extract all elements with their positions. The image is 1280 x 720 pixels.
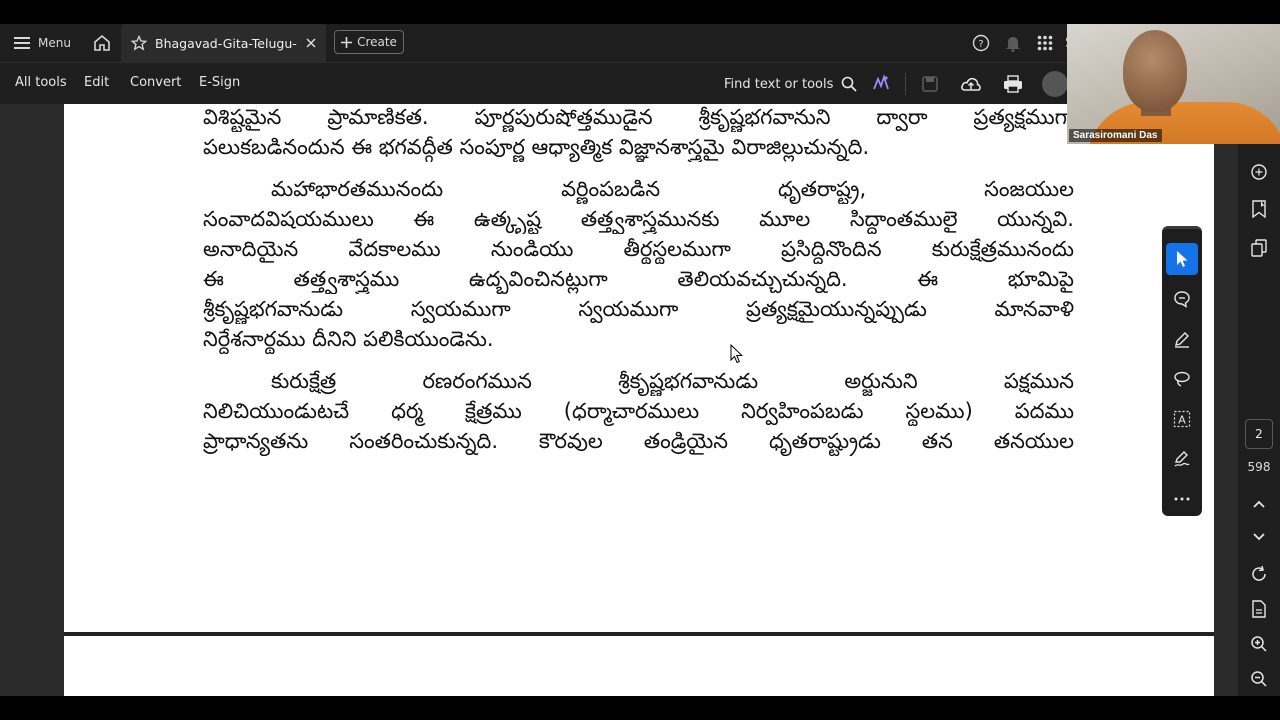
webcam-overlay: Sarasiromani Das [1067, 24, 1280, 144]
text-line: విశిష్టమైన ప్రామాణికత. పూర్ణపురుషోత్తముడ… [203, 105, 1074, 129]
cloud-upload-icon [961, 77, 981, 91]
document-viewer[interactable]: విశిష్టమైన ప్రామాణికత. పూర్ణపురుషోత్తముడ… [0, 104, 1238, 696]
mouse-cursor-icon [730, 344, 743, 364]
zoom-out-button[interactable] [1246, 666, 1272, 692]
ai-chat-button[interactable] [1246, 159, 1272, 185]
text-line: కురుక్షేత్ర రణరంగమున శ్రీకృష్ణభగవానుడు అ… [271, 369, 1074, 393]
previous-page-button[interactable] [1246, 491, 1272, 517]
screen-bottom-border [0, 696, 1280, 720]
pages-button[interactable] [1246, 235, 1272, 261]
document-tab[interactable]: Bhagavad-Gita-Telugu-... [121, 24, 326, 62]
svg-text:A: A [1178, 414, 1186, 427]
signature-icon [1174, 451, 1190, 467]
save-icon [922, 76, 938, 92]
help-icon: ? [972, 34, 990, 52]
text-line: అనాదియైన వేదకాలము నుండియు తీర్థస్థలముగా … [203, 237, 1074, 261]
text-line: నిలిచియుండుటచే ధర్మ క్షేత్రము (ధర్మాచారమ… [203, 399, 1074, 423]
zoom-out-icon [1251, 671, 1267, 687]
cursor-arrow-icon [1177, 251, 1188, 267]
home-button[interactable] [87, 24, 117, 62]
chevron-up-icon [1253, 500, 1265, 508]
quick-tools-panel: A [1162, 226, 1202, 516]
ai-assistant-icon [873, 74, 889, 90]
apps-grid-icon [1037, 35, 1053, 51]
share-button[interactable] [1042, 71, 1068, 97]
pen-icon [1175, 332, 1189, 348]
bookmarks-button[interactable] [1246, 196, 1272, 222]
print-button[interactable] [1000, 71, 1026, 97]
document-icon [1252, 600, 1266, 618]
close-tab-icon[interactable] [306, 38, 316, 48]
text-tool[interactable]: A [1166, 403, 1198, 435]
text-line: నిర్దేశనార్థము దీనిని పలికియుండెను. [203, 327, 494, 351]
lasso-icon [1174, 371, 1190, 387]
participant-head [1123, 30, 1187, 112]
svg-text:?: ? [978, 39, 983, 50]
zoom-in-icon [1251, 636, 1267, 652]
refresh-icon [1252, 565, 1266, 581]
text-line: పలుకబడినందున ఈ భగవద్గీత సంపూర్ణ ఆధ్యాత్మ… [203, 135, 870, 159]
total-pages: 598 [1247, 460, 1271, 474]
current-page-input[interactable]: 2 [1245, 419, 1273, 449]
help-button[interactable]: ? [965, 24, 997, 62]
paragraph-1: విశిష్టమైన ప్రామాణికత. పూర్ణపురుషోత్తముడ… [203, 104, 1074, 162]
text-line: శ్రీకృష్ణభగవానుడు స్వయముగా స్వయముగా ప్రత… [203, 297, 1074, 321]
more-tools-button[interactable] [1166, 483, 1198, 515]
zoom-in-button[interactable] [1246, 631, 1272, 657]
refresh-button[interactable] [1246, 561, 1272, 587]
esign-menu[interactable]: E-Sign [199, 75, 240, 90]
ai-chat-icon [1251, 164, 1267, 180]
highlight-tool[interactable] [1166, 323, 1198, 355]
search-icon [842, 76, 858, 92]
tab-title: Bhagavad-Gita-Telugu-... [155, 35, 298, 51]
find-label: Find text or tools [724, 76, 834, 92]
more-horizontal-icon [1174, 497, 1190, 501]
convert-menu[interactable]: Convert [130, 75, 181, 90]
draw-tool[interactable] [1166, 363, 1198, 395]
select-tool[interactable] [1166, 243, 1198, 275]
paragraph-2: మహాభారతమునందు వర్ణింపబడిన ధృతరాష్ట్ర, సం… [203, 174, 1074, 354]
tabbar-right-actions: ? S [965, 24, 1074, 62]
bell-icon [1006, 37, 1021, 52]
save-button[interactable] [917, 71, 943, 97]
page-display-button[interactable] [1246, 596, 1272, 622]
text-line: ప్రాధాన్యతను సంతరించుకున్నది. కౌరవుల తండ… [203, 429, 1074, 453]
hamburger-icon [14, 37, 30, 49]
comment-icon [1174, 291, 1190, 308]
menu-button[interactable]: Menu [0, 24, 85, 62]
apps-button[interactable] [1029, 24, 1061, 62]
participant-name: Sarasiromani Das [1069, 129, 1162, 142]
page-text: విశిష్టమైన ప్రామాణికత. పూర్ణపురుషోత్తముడ… [203, 104, 1074, 456]
bookmark-icon [1252, 200, 1266, 218]
star-icon[interactable] [131, 35, 147, 51]
paragraph-3: కురుక్షేత్ర రణరంగమున శ్రీకృష్ణభగవానుడు అ… [203, 366, 1074, 456]
find-text-tools[interactable]: Find text or tools [724, 72, 858, 96]
sign-tool[interactable] [1166, 443, 1198, 475]
add-comment-tool[interactable] [1166, 283, 1198, 315]
pdf-page-next [64, 636, 1214, 696]
next-page-button[interactable] [1246, 524, 1272, 550]
text-line: ఈ తత్త్వశాస్త్రము ఉద్భవించినట్లుగా తెలియ… [203, 267, 1074, 291]
create-label: Create [357, 35, 397, 49]
ai-assistant-button[interactable] [868, 71, 894, 97]
home-icon [94, 34, 110, 51]
copy-pages-icon [1251, 239, 1267, 257]
text-line: సంవాదవిషయములు ఈ ఉత్కృష్ట తత్త్వశాస్త్రము… [203, 207, 1074, 231]
plus-icon [341, 36, 353, 48]
printer-icon [1004, 75, 1022, 93]
right-rail: 2 598 [1238, 144, 1280, 696]
screen-top-border [0, 0, 1280, 24]
edit-menu[interactable]: Edit [84, 75, 109, 90]
create-button[interactable]: Create [334, 30, 404, 54]
chevron-down-icon [1253, 533, 1265, 541]
notifications-button[interactable] [997, 24, 1029, 62]
all-tools-menu[interactable]: All tools [15, 75, 67, 90]
upload-cloud-button[interactable] [958, 71, 984, 97]
pdf-page: విశిష్టమైన ప్రామాణికత. పూర్ణపురుషోత్తముడ… [64, 104, 1214, 632]
text-box-icon: A [1173, 410, 1191, 428]
text-line: మహాభారతమునందు వర్ణింపబడిన ధృతరాష్ట్ర, సం… [271, 177, 1074, 201]
toolbar-divider [905, 73, 906, 95]
menu-label: Menu [38, 36, 71, 50]
